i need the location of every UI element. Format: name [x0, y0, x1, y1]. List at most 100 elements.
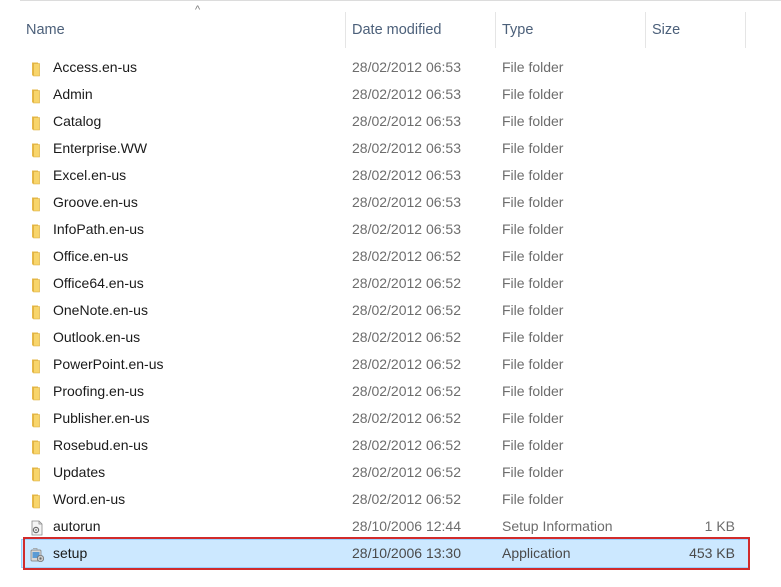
file-size: [652, 351, 735, 378]
folder-icon: [29, 248, 45, 266]
folder-icon: [29, 302, 45, 320]
file-type: File folder: [502, 491, 564, 507]
folder-icon: [29, 59, 45, 77]
file-date-modified: 28/02/2012 06:52: [352, 248, 461, 264]
file-name: Proofing.en-us: [53, 383, 145, 399]
column-header-size[interactable]: Size: [646, 12, 746, 48]
list-item[interactable]: Publisher.en-us 28/02/2012 06:52 File fold…: [22, 405, 748, 432]
setup-application-icon: [29, 545, 45, 563]
file-size: [652, 378, 735, 405]
list-item[interactable]: Rosebud.en-us 28/02/2012 06:52 File folder: [22, 432, 748, 459]
file-date-modified: 28/02/2012 06:52: [352, 464, 461, 480]
file-size: [652, 216, 735, 243]
file-name: Updates: [53, 464, 106, 480]
file-type: File folder: [502, 113, 564, 129]
file-type: File folder: [502, 194, 564, 210]
file-date-modified: 28/02/2012 06:52: [352, 491, 461, 507]
list-item[interactable]: autorun 28/10/2006 12:44 Setup Information…: [22, 513, 748, 540]
file-list: Access.en-us 28/02/2012 06:53 File folder A…: [21, 54, 749, 568]
folder-icon: [29, 221, 45, 239]
list-item[interactable]: Updates 28/02/2012 06:52 File folder: [22, 459, 748, 486]
file-type: Application: [502, 545, 571, 561]
pane-top-border: [20, 0, 781, 6]
file-size: [652, 243, 735, 270]
list-item[interactable]: Proofing.en-us 28/02/2012 06:52 File folde…: [22, 378, 748, 405]
file-date-modified: 28/02/2012 06:53: [352, 140, 461, 156]
file-date-modified: 28/02/2012 06:53: [352, 194, 461, 210]
list-item[interactable]: Outlook.en-us 28/02/2012 06:52 File folder: [22, 324, 748, 351]
file-size: [652, 486, 735, 513]
file-size: [652, 54, 735, 81]
list-item[interactable]: Admin 28/02/2012 06:53 File folder: [22, 81, 748, 108]
column-header-name[interactable]: Name ^: [20, 4, 346, 48]
file-name: Excel.en-us: [53, 167, 127, 183]
file-size: 1 KB: [704, 518, 735, 534]
file-name: InfoPath.en-us: [53, 221, 145, 237]
file-date-modified: 28/02/2012 06:52: [352, 302, 461, 318]
file-name: Outlook.en-us: [53, 329, 141, 345]
file-name: Groove.en-us: [53, 194, 138, 210]
file-type: File folder: [502, 275, 564, 291]
list-item[interactable]: Word.en-us 28/02/2012 06:52 File folder: [22, 486, 748, 513]
list-item[interactable]: Enterprise.WW 28/02/2012 06:53 File folder: [22, 135, 748, 162]
list-item[interactable]: Catalog 28/02/2012 06:53 File folder: [22, 108, 748, 135]
list-item[interactable]: Access.en-us 28/02/2012 06:53 File folder: [22, 54, 748, 81]
folder-icon: [29, 356, 45, 374]
file-type: File folder: [502, 410, 564, 426]
file-type: File folder: [502, 248, 564, 264]
folder-icon: [29, 491, 45, 509]
file-name: Office.en-us: [53, 248, 129, 264]
column-header-date-modified[interactable]: Date modified: [346, 12, 496, 48]
file-date-modified: 28/02/2012 06:52: [352, 383, 461, 399]
file-type: File folder: [502, 437, 564, 453]
file-name: Word.en-us: [53, 491, 126, 507]
column-header-type-label: Type: [502, 22, 534, 38]
file-size: [652, 270, 735, 297]
file-date-modified: 28/02/2012 06:52: [352, 356, 461, 372]
list-item[interactable]: OneNote.en-us 28/02/2012 06:52 File folder: [22, 297, 748, 324]
list-item[interactable]: Groove.en-us 28/02/2012 06:53 File folder: [22, 189, 748, 216]
list-item-selected[interactable]: setup 28/10/2006 13:30 Application 453 KB: [21, 539, 749, 568]
file-name: setup: [53, 545, 88, 561]
folder-icon: [29, 464, 45, 482]
file-date-modified: 28/02/2012 06:53: [352, 221, 461, 237]
list-item[interactable]: PowerPoint.en-us 28/02/2012 06:52 File fol…: [22, 351, 748, 378]
folder-icon: [29, 275, 45, 293]
folder-icon: [29, 113, 45, 131]
folder-icon: [29, 167, 45, 185]
file-date-modified: 28/02/2012 06:52: [352, 329, 461, 345]
file-date-modified: 28/02/2012 06:52: [352, 437, 461, 453]
folder-icon: [29, 140, 45, 158]
file-date-modified: 28/10/2006 12:44: [352, 518, 461, 534]
list-item[interactable]: InfoPath.en-us 28/02/2012 06:53 File folde…: [22, 216, 748, 243]
file-date-modified: 28/02/2012 06:52: [352, 410, 461, 426]
file-type: File folder: [502, 167, 564, 183]
folder-icon: [29, 86, 45, 104]
column-header-type[interactable]: Type: [496, 12, 646, 48]
file-name: OneNote.en-us: [53, 302, 148, 318]
file-size: [652, 324, 735, 351]
folder-icon: [29, 410, 45, 428]
file-size: [652, 135, 735, 162]
file-name: PowerPoint.en-us: [53, 356, 164, 372]
file-name: Publisher.en-us: [53, 410, 150, 426]
file-type: File folder: [502, 464, 564, 480]
file-explorer-details-view: Name ^ Date modified Type Size Access.en…: [0, 0, 781, 587]
file-date-modified: 28/10/2006 13:30: [352, 545, 461, 561]
file-size: [652, 297, 735, 324]
file-size: [652, 405, 735, 432]
setup-information-file-icon: [29, 518, 45, 536]
list-item[interactable]: Excel.en-us 28/02/2012 06:53 File folder: [22, 162, 748, 189]
file-name: Admin: [53, 86, 93, 102]
file-type: File folder: [502, 59, 564, 75]
file-date-modified: 28/02/2012 06:53: [352, 86, 461, 102]
file-name: Enterprise.WW: [53, 140, 148, 156]
column-header-name-label: Name: [26, 22, 65, 38]
folder-icon: [29, 329, 45, 347]
list-item[interactable]: Office64.en-us 28/02/2012 06:52 File folde…: [22, 270, 748, 297]
folder-icon: [29, 383, 45, 401]
file-name: Access.en-us: [53, 59, 138, 75]
file-date-modified: 28/02/2012 06:53: [352, 113, 461, 129]
file-date-modified: 28/02/2012 06:52: [352, 275, 461, 291]
list-item[interactable]: Office.en-us 28/02/2012 06:52 File folder: [22, 243, 748, 270]
